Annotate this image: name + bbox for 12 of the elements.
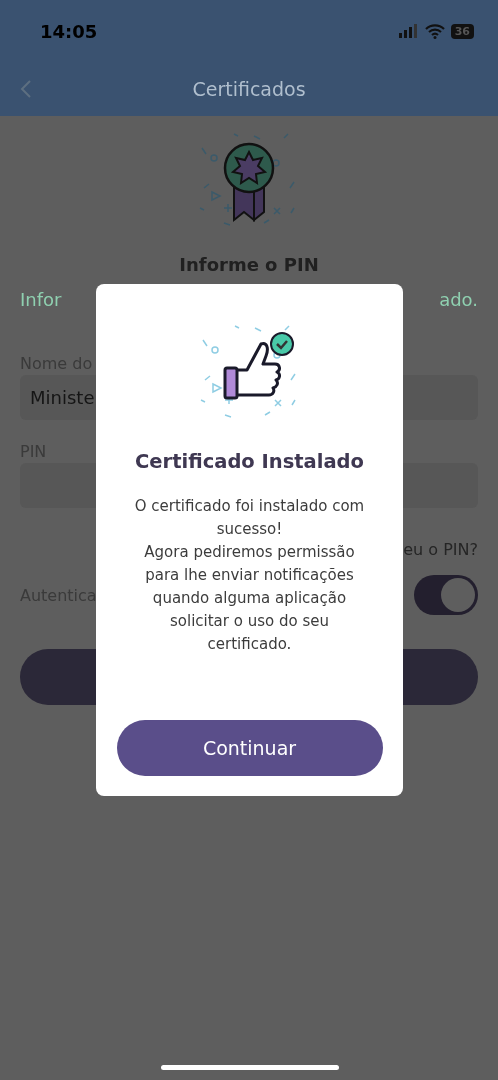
screen-title: Certificados: [192, 78, 306, 100]
instruction-text: ado.: [439, 289, 478, 310]
wifi-icon: [424, 23, 445, 39]
instruction-text: Infor: [20, 289, 62, 310]
dialog-title: Certificado Instalado: [135, 450, 364, 473]
continue-button[interactable]: Continuar: [116, 720, 383, 776]
dialog-message: O certificado foi instalado com sucesso! Agora pediremos permissão para lhe enviar notificações quando alguma aplicação solicitar o uso do seu certificado.: [133, 496, 366, 655]
signal-icon: [398, 24, 419, 38]
battery-level: 36: [450, 23, 474, 39]
authentication-toggle[interactable]: [414, 575, 478, 615]
section-heading: Informe o PIN: [179, 254, 319, 275]
status-time: 14:05: [40, 20, 98, 42]
